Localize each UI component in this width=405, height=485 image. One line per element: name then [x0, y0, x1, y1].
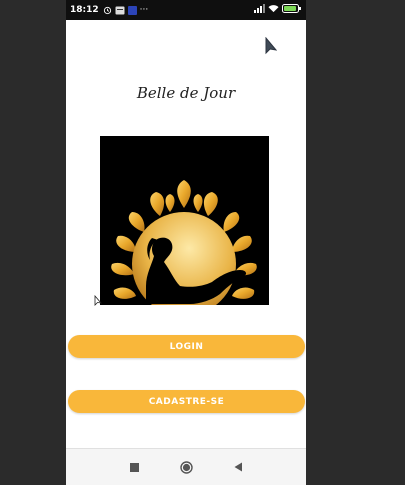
battery-icon — [282, 4, 302, 16]
wifi-icon — [268, 4, 279, 16]
status-bar: 18:12 ··· — [66, 0, 306, 20]
app-title: Belle de Jour — [136, 84, 236, 102]
recents-square-icon[interactable] — [127, 460, 141, 474]
cursor-icon — [265, 36, 278, 61]
register-button[interactable]: CADASTRE-SE — [68, 390, 305, 413]
notification-box-icon — [115, 6, 125, 15]
status-time: 18:12 — [70, 5, 99, 15]
brand-logo — [100, 136, 269, 316]
phone-screen: 18:12 ··· Belle de Jour LOGIN CADASTRE-S… — [66, 0, 306, 485]
alarm-icon — [103, 6, 112, 15]
more-notifications: ··· — [139, 5, 149, 15]
back-triangle-icon[interactable] — [231, 460, 245, 474]
pointer-icon — [94, 292, 102, 311]
navigation-bar — [66, 448, 306, 485]
signal-icon — [254, 4, 265, 16]
app-badge-icon — [127, 5, 137, 15]
login-button[interactable]: LOGIN — [68, 335, 305, 358]
home-circle-icon[interactable] — [179, 460, 193, 474]
